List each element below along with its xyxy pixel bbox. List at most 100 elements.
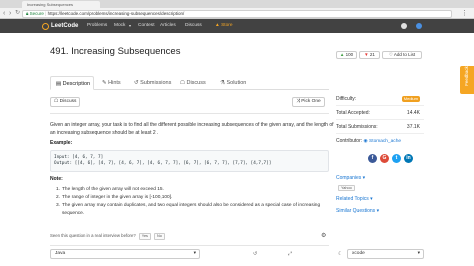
- chevron-down-icon: ▾: [193, 251, 196, 256]
- browser-tab-title: Increasing Subsequences: [27, 2, 74, 7]
- no-button[interactable]: No: [153, 232, 165, 240]
- twitter-icon[interactable]: t: [392, 154, 401, 163]
- problem-description: Given an integer array, your task is to …: [50, 122, 334, 136]
- example-code-block: Input: [4, 6, 7, 7] Output: [[4, 6], [4, …: [50, 150, 329, 172]
- company-tag[interactable]: Yahoo: [338, 185, 355, 191]
- url-text: https://leetcode.com/problems/increasing…: [47, 10, 185, 16]
- site-header: LeetCode Problems Mock ▾ Contest Article…: [0, 19, 474, 33]
- like-button[interactable]: ▲ 100: [336, 51, 357, 59]
- gear-icon[interactable]: ⚙: [321, 232, 326, 239]
- companies-label: Companies: [336, 175, 362, 181]
- reset-icon[interactable]: ↺: [253, 251, 257, 257]
- submissions-row: Total Submissions: 37.1K: [336, 120, 424, 134]
- lightbulb-icon: ✎: [102, 80, 107, 86]
- secure-label: Secure: [29, 10, 44, 16]
- similar-questions-label: Similar Questions: [336, 208, 376, 214]
- browser-tab[interactable]: Increasing Subsequences: [22, 1, 100, 8]
- theme-value: xcode: [352, 251, 365, 256]
- heart-icon: ♡: [388, 52, 393, 57]
- linkedin-icon[interactable]: in: [404, 154, 413, 163]
- discuss-button[interactable]: ☖ Discuss: [50, 97, 81, 107]
- companies-toggle[interactable]: Companies ▾: [336, 175, 365, 181]
- note-text: The given array may contain duplicates, …: [62, 203, 321, 216]
- notes-list: 1. The length of the given array will not…: [50, 186, 335, 218]
- thumbs-down-icon: ▼: [364, 52, 369, 57]
- pick-one-label: Pick One: [301, 99, 321, 104]
- comments-icon: ☖: [54, 99, 59, 104]
- divider: [50, 245, 329, 246]
- browser-toolbar: ‹ › ↻ 🔒︎ Secure | https://leetcode.com/p…: [0, 8, 474, 19]
- page-title: 491. Increasing Subsequences: [50, 46, 181, 57]
- chevron-down-icon: ▾: [417, 251, 420, 256]
- like-count: 100: [345, 52, 354, 57]
- discuss-button-label: Discuss: [59, 99, 77, 104]
- note-heading: Note:: [50, 176, 63, 182]
- logo-text: LeetCode: [51, 23, 79, 29]
- thumbs-up-icon: ▲: [339, 52, 345, 57]
- file-icon: ▤: [55, 81, 62, 87]
- feedback-label: Feedback: [464, 66, 469, 86]
- contributor-link[interactable]: ◉ Stomach_ache: [364, 139, 402, 144]
- tab-hints[interactable]: ✎ Hints: [100, 76, 121, 90]
- comments-icon: ☖: [180, 80, 185, 86]
- related-topics-toggle[interactable]: Related Topics ▾: [336, 196, 373, 202]
- code-output: Output: [[4, 6], [4, 7], [4, 6, 7], [4, …: [54, 161, 272, 166]
- accepted-value: 14.4K: [406, 110, 420, 116]
- accepted-row: Total Accepted: 14.4K: [336, 106, 424, 120]
- dislike-count: 21: [369, 52, 375, 57]
- accepted-label: Total Accepted:: [336, 110, 370, 116]
- store-label: Store: [221, 23, 233, 28]
- lock-icon: 🔒︎: [26, 10, 29, 16]
- theme-icon[interactable]: ☾: [338, 251, 342, 257]
- pick-one-button[interactable]: ⤨ Pick One: [292, 97, 325, 107]
- interview-question-prompt: Seen this question in a real interview b…: [50, 232, 165, 240]
- contributor-label: Contributor:: [336, 138, 363, 144]
- address-bar[interactable]: 🔒︎ Secure | https://leetcode.com/problem…: [22, 9, 452, 18]
- list-item: 1. The length of the given array will not…: [55, 187, 164, 192]
- notifications-icon[interactable]: [401, 23, 407, 29]
- list-item: 2. The range of integer in the given arra…: [55, 195, 173, 200]
- nav-link-contest[interactable]: Contest: [138, 19, 155, 33]
- submissions-label: Total Submissions:: [336, 124, 378, 130]
- google-plus-icon[interactable]: G: [380, 154, 389, 163]
- list-item: 3. The given array may contain duplicates…: [55, 203, 321, 216]
- nav-link-articles[interactable]: Articles: [160, 19, 176, 33]
- nav-link-store[interactable]: ▲ Store: [215, 19, 233, 33]
- fullscreen-icon[interactable]: ⤢: [288, 251, 292, 257]
- note-text: The length of the given array will not e…: [62, 187, 164, 192]
- add-to-list-button[interactable]: ♡ Add to List: [382, 51, 422, 59]
- language-value: Java: [55, 251, 66, 256]
- submissions-value: 37.1K: [406, 124, 420, 130]
- tab-label: Discuss: [186, 80, 206, 86]
- yes-button[interactable]: Yes: [138, 232, 151, 240]
- reload-icon[interactable]: ↻: [15, 9, 20, 18]
- avatar[interactable]: [416, 23, 422, 29]
- difficulty-badge: Medium: [401, 96, 420, 102]
- back-icon[interactable]: ‹: [3, 9, 5, 18]
- facebook-icon[interactable]: f: [368, 154, 377, 163]
- feedback-button[interactable]: Feedback: [460, 66, 474, 94]
- flask-icon: ⚗: [220, 80, 225, 86]
- history-icon: ↺: [134, 80, 139, 86]
- tab-submissions[interactable]: ↺ Submissions: [132, 76, 171, 90]
- nav-link-problems[interactable]: Problems: [87, 19, 107, 33]
- similar-questions-toggle[interactable]: Similar Questions ▾: [336, 208, 379, 214]
- tab-solution[interactable]: ⚗ Solution: [218, 76, 246, 90]
- logo-icon: [42, 22, 49, 30]
- browser-menu-icon[interactable]: ⋮: [461, 9, 468, 18]
- forward-icon[interactable]: ›: [9, 9, 11, 18]
- site-logo[interactable]: LeetCode: [42, 22, 78, 30]
- nav-link-mock[interactable]: Mock: [114, 19, 125, 33]
- language-select[interactable]: Java ▾: [50, 249, 200, 259]
- note-text: The range of integer in the given array …: [62, 195, 173, 200]
- contributor-name: Stomach_ache: [369, 139, 402, 144]
- nav-link-discuss[interactable]: Discuss: [185, 19, 202, 33]
- browser-tab-strip: Increasing Subsequences: [0, 0, 474, 8]
- tab-description[interactable]: ▤ Description: [50, 76, 94, 90]
- tab-label: Submissions: [140, 80, 172, 86]
- dislike-button[interactable]: ▼ 21: [359, 51, 380, 59]
- related-topics-label: Related Topics: [336, 196, 369, 202]
- tab-discuss[interactable]: ☖ Discuss: [178, 76, 206, 90]
- share-icons: f G t in: [368, 154, 413, 163]
- editor-theme-select[interactable]: xcode ▾: [347, 249, 424, 259]
